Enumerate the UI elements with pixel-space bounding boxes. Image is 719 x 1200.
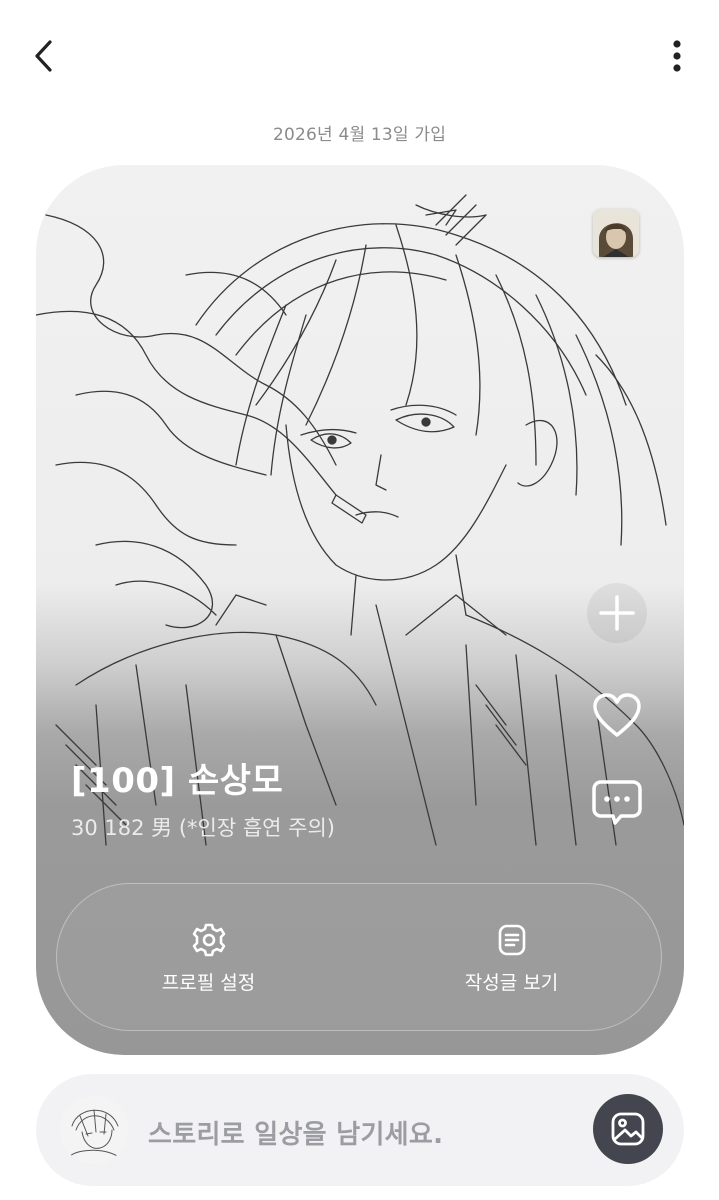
profile-card: [100] 손상모 30 182 男 (*인장 흡연 주의) 프로필 설정 작성… bbox=[36, 165, 684, 1055]
view-posts-button[interactable]: 작성글 보기 bbox=[360, 884, 663, 1032]
comment-button[interactable] bbox=[587, 773, 647, 833]
chevron-left-icon bbox=[35, 40, 52, 72]
profile-actions: 프로필 설정 작성글 보기 bbox=[56, 883, 662, 1031]
profile-description: 30 182 男 (*인장 흡연 주의) bbox=[71, 816, 335, 840]
avatar-image bbox=[60, 1096, 128, 1164]
back-button[interactable] bbox=[22, 32, 66, 80]
view-posts-label: 작성글 보기 bbox=[464, 972, 559, 994]
add-button[interactable] bbox=[587, 583, 647, 643]
more-vertical-icon bbox=[673, 40, 681, 72]
like-button[interactable] bbox=[587, 686, 647, 746]
add-image-button[interactable] bbox=[593, 1094, 663, 1164]
profile-settings-button[interactable]: 프로필 설정 bbox=[57, 884, 360, 1032]
profile-name: [100] 손상모 bbox=[71, 761, 284, 801]
chat-bubble-icon bbox=[592, 780, 642, 825]
document-icon bbox=[494, 922, 530, 958]
top-bar bbox=[0, 0, 719, 110]
more-options-button[interactable] bbox=[665, 34, 689, 78]
avatar bbox=[60, 1096, 128, 1164]
image-icon bbox=[611, 1112, 645, 1146]
join-date: 2026년 4월 13일 가입 bbox=[272, 125, 447, 145]
story-input-bar[interactable]: 스토리로 일상을 남기세요. bbox=[36, 1074, 684, 1186]
avatar-image bbox=[593, 209, 639, 257]
plus-icon bbox=[599, 595, 635, 631]
story-placeholder: 스토리로 일상을 남기세요. bbox=[148, 1120, 444, 1150]
profile-settings-label: 프로필 설정 bbox=[161, 972, 256, 994]
mini-avatar-thumbnail[interactable] bbox=[593, 209, 639, 257]
gear-icon bbox=[191, 922, 227, 958]
heart-icon bbox=[593, 693, 641, 737]
